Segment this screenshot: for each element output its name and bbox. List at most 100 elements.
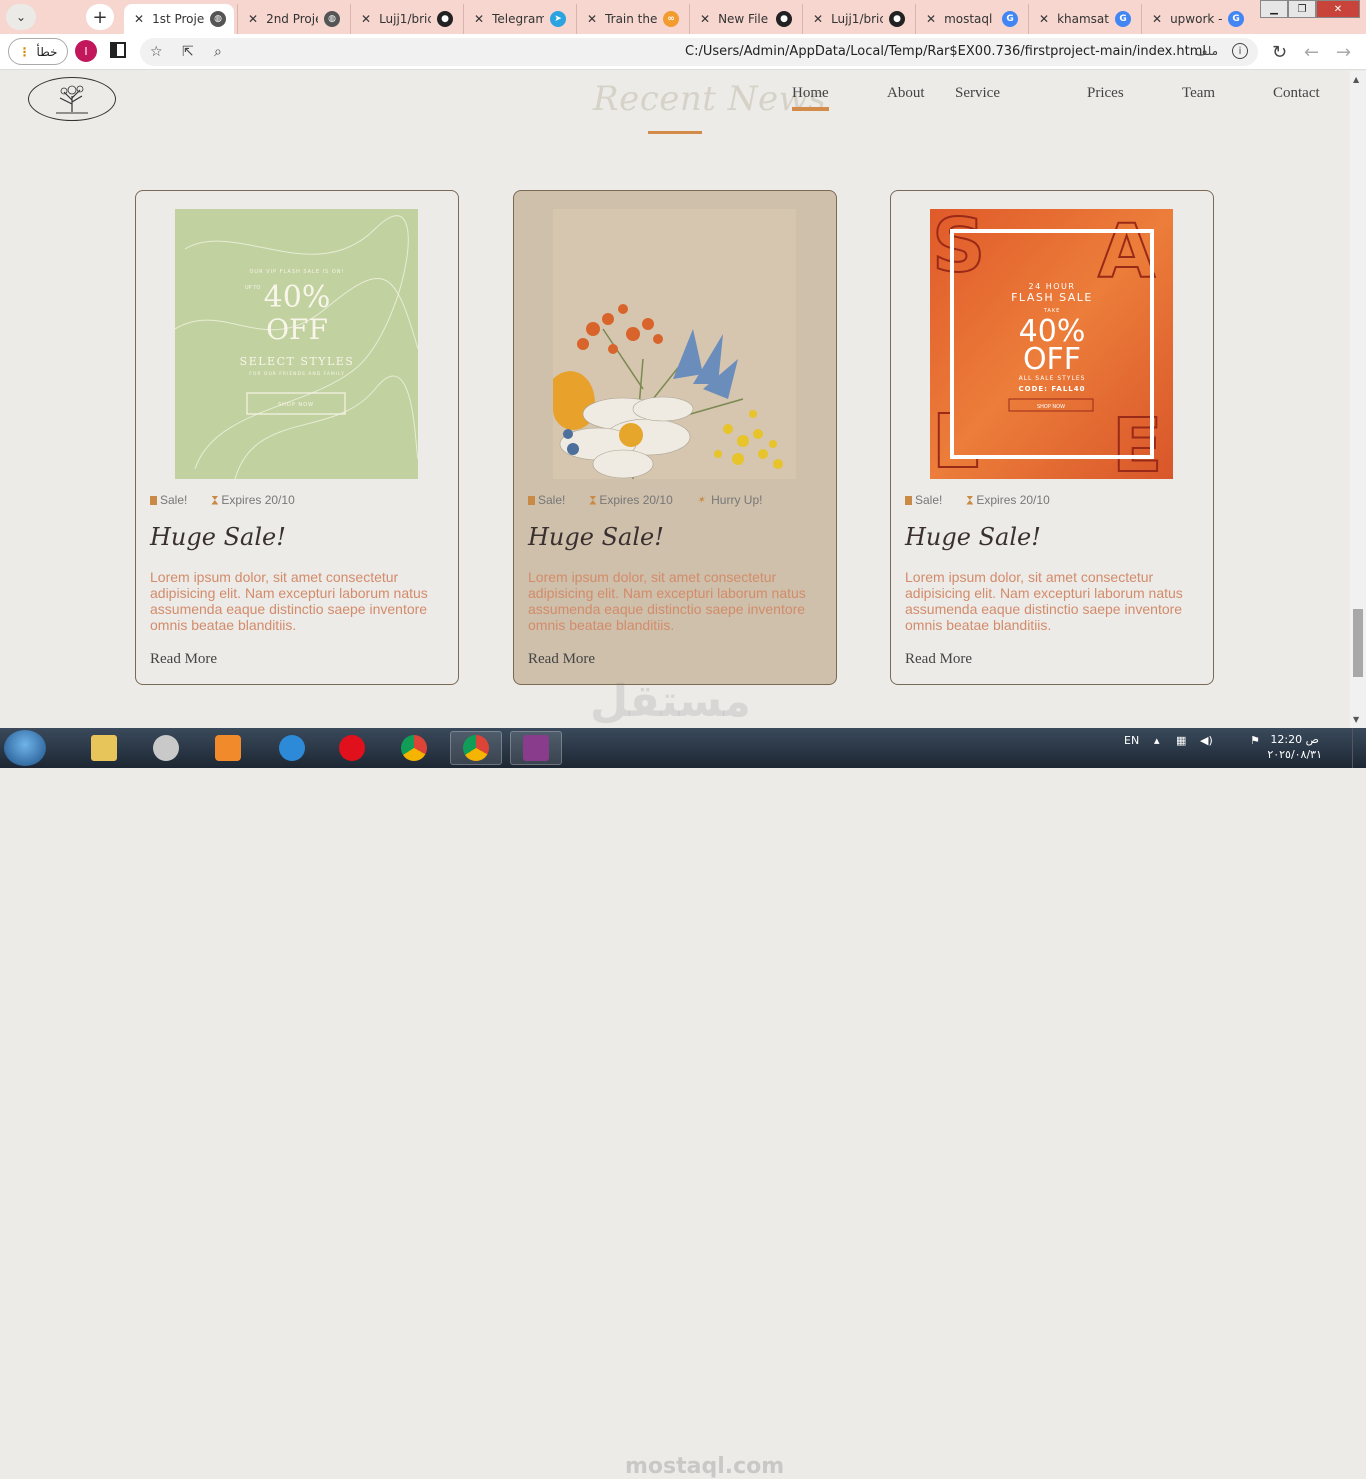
error-pill[interactable]: ⋮ خطأ	[8, 38, 68, 65]
volume-icon[interactable]: ◀)	[1200, 734, 1213, 747]
tab-strip: ⌄ + ✕ 1st Proje ◍ ✕ 2nd Proje ◍ ✕ Lujj1/bric ● ✕ T…	[0, 0, 1366, 34]
page-viewport: Recent News Home About Service Prices Te…	[0, 71, 1350, 728]
nav-service[interactable]: Service	[955, 85, 1000, 102]
tray-expand-icon[interactable]: ▴	[1154, 734, 1160, 747]
browser-tab[interactable]: ✕ 2nd Proje ◍	[237, 4, 349, 34]
close-tab-icon[interactable]: ✕	[813, 12, 823, 26]
svg-text:FOR OUR FRIENDS AND FAMILY: FOR OUR FRIENDS AND FAMILY	[249, 371, 345, 377]
action-center-icon[interactable]: ⚑	[1250, 734, 1260, 747]
internet-explorer-taskbar-icon[interactable]	[266, 731, 318, 765]
reload-icon[interactable]: ↻	[1272, 42, 1287, 63]
browser-tab[interactable]: ✕ upwork - G	[1141, 4, 1253, 34]
address-bar[interactable]: ☆ ⇱ ⌕ C:/Users/Admin/AppData/Local/Temp/…	[140, 38, 1258, 66]
sidebar-toggle-icon[interactable]	[110, 42, 126, 58]
watermark-logo: مستقل	[590, 676, 751, 727]
page-scrollbar[interactable]: ▲ ▼	[1350, 71, 1366, 728]
nav-about[interactable]: About	[887, 85, 925, 102]
bookmark-star-icon[interactable]: ☆	[150, 44, 163, 60]
browser-tab[interactable]: ✕ Train the ∞	[576, 4, 688, 34]
browser-tab[interactable]: ✕ khamsat G	[1028, 4, 1140, 34]
svg-text:L: L	[932, 399, 979, 479]
share-icon[interactable]: ⇱	[182, 44, 194, 60]
file-scheme-label: ملف	[1195, 44, 1218, 58]
browser-tab[interactable]: ✕ Lujj1/bric ●	[802, 4, 914, 34]
browser-tab[interactable]: ✕ Telegram ➤	[463, 4, 575, 34]
github-icon: ●	[437, 11, 454, 27]
browser-tab[interactable]: ✕ New File ●	[689, 4, 801, 34]
clock[interactable]: 12:20 ص ٢٠٢٥/٠٨/٣١	[1267, 732, 1322, 762]
card-meta: Sale! Expires 20/10	[905, 493, 1074, 507]
clock-time: 12:20 ص	[1270, 733, 1319, 746]
tab-label: Train the	[605, 12, 658, 26]
new-tab-button[interactable]: +	[86, 4, 114, 30]
hourglass-icon	[966, 495, 974, 505]
scroll-thumb[interactable]	[1353, 609, 1363, 677]
url-text[interactable]: C:/Users/Admin/AppData/Local/Temp/Rar$EX…	[685, 44, 1206, 59]
forward-arrow-icon[interactable]: →	[1336, 42, 1351, 63]
profile-avatar[interactable]: I	[75, 40, 97, 62]
github-icon: ●	[776, 11, 793, 27]
hourglass-icon	[589, 495, 597, 505]
globe-icon: ◍	[210, 11, 227, 27]
svg-text:40%: 40%	[264, 280, 331, 315]
zoom-icon[interactable]: ⌕	[214, 44, 222, 60]
back-arrow-icon[interactable]: ←	[1304, 42, 1319, 63]
close-tab-icon[interactable]: ✕	[361, 12, 371, 26]
network-icon[interactable]: ▦	[1176, 734, 1186, 747]
svg-text:FLASH SALE: FLASH SALE	[1011, 291, 1093, 304]
media-center-taskbar-icon[interactable]	[140, 731, 192, 765]
read-more-link[interactable]: Read More	[528, 651, 595, 668]
maximize-button[interactable]: ❐	[1288, 0, 1316, 18]
close-tab-icon[interactable]: ✕	[248, 12, 258, 26]
language-indicator[interactable]: EN	[1124, 734, 1139, 747]
tab-label: Lujj1/bric	[379, 12, 432, 26]
close-tab-icon[interactable]: ✕	[1152, 12, 1162, 26]
chrome-profile-taskbar-icon[interactable]	[450, 731, 502, 765]
svg-text:UP TO: UP TO	[245, 285, 260, 291]
read-more-link[interactable]: Read More	[150, 651, 217, 668]
card-title: Huge Sale!	[150, 523, 286, 551]
media-player-taskbar-icon[interactable]	[202, 731, 254, 765]
running-icon: ✶	[696, 494, 706, 506]
scroll-up-icon[interactable]: ▲	[1353, 75, 1359, 84]
close-tab-icon[interactable]: ✕	[587, 12, 597, 26]
svg-text:OFF: OFF	[266, 313, 328, 346]
tab-label: New File	[718, 12, 769, 26]
nav-team[interactable]: Team	[1182, 85, 1215, 102]
google-icon: G	[1002, 11, 1019, 27]
explorer-taskbar-icon[interactable]	[78, 731, 130, 765]
browser-tab[interactable]: ✕ Lujj1/bric ●	[350, 4, 462, 34]
meta-hurry: ✶ Hurry Up!	[696, 493, 763, 507]
show-desktop-button[interactable]	[1352, 728, 1366, 768]
site-logo[interactable]	[28, 77, 116, 121]
opera-taskbar-icon[interactable]	[326, 731, 378, 765]
close-tab-icon[interactable]: ✕	[474, 12, 484, 26]
close-tab-icon[interactable]: ✕	[1039, 12, 1049, 26]
nav-contact[interactable]: Contact	[1273, 85, 1320, 102]
start-button[interactable]	[4, 730, 46, 766]
winrar-taskbar-icon[interactable]	[510, 731, 562, 765]
close-tab-icon[interactable]: ✕	[926, 12, 936, 26]
info-icon[interactable]: i	[1232, 43, 1248, 59]
tab-label: 2nd Proje	[266, 12, 319, 26]
card-meta: Sale! Expires 20/10 ✶ Hurry Up!	[528, 493, 786, 507]
browser-tab[interactable]: ✕ mostaql G	[915, 4, 1027, 34]
scroll-down-icon[interactable]: ▼	[1353, 715, 1359, 724]
meta-expires: Expires 20/10	[966, 493, 1050, 507]
chrome-taskbar-icon[interactable]	[388, 731, 440, 765]
close-tab-icon[interactable]: ✕	[134, 12, 144, 26]
tab-search-button[interactable]: ⌄	[6, 4, 36, 30]
flowers-image	[553, 209, 796, 479]
nav-prices[interactable]: Prices	[1087, 85, 1124, 102]
close-window-button[interactable]: ✕	[1316, 0, 1360, 18]
svg-text:OFF: OFF	[1023, 342, 1081, 377]
svg-text:ALL SALE STYLES: ALL SALE STYLES	[1019, 375, 1086, 382]
browser-tab[interactable]: ✕ 1st Proje ◍	[124, 4, 234, 34]
nav-home[interactable]: Home	[792, 85, 829, 111]
taskbar: mostaql.com EN ▴ ▦ ◀) ⚑ 12:20 ص ٢٠٢٥/٠٨/…	[0, 728, 1366, 1479]
close-tab-icon[interactable]: ✕	[700, 12, 710, 26]
svg-text:OUR VIP FLASH SALE IS ON!: OUR VIP FLASH SALE IS ON!	[249, 269, 344, 275]
minimize-button[interactable]: ▁	[1260, 0, 1288, 18]
read-more-link[interactable]: Read More	[905, 651, 972, 668]
plus-icon: +	[92, 6, 108, 28]
